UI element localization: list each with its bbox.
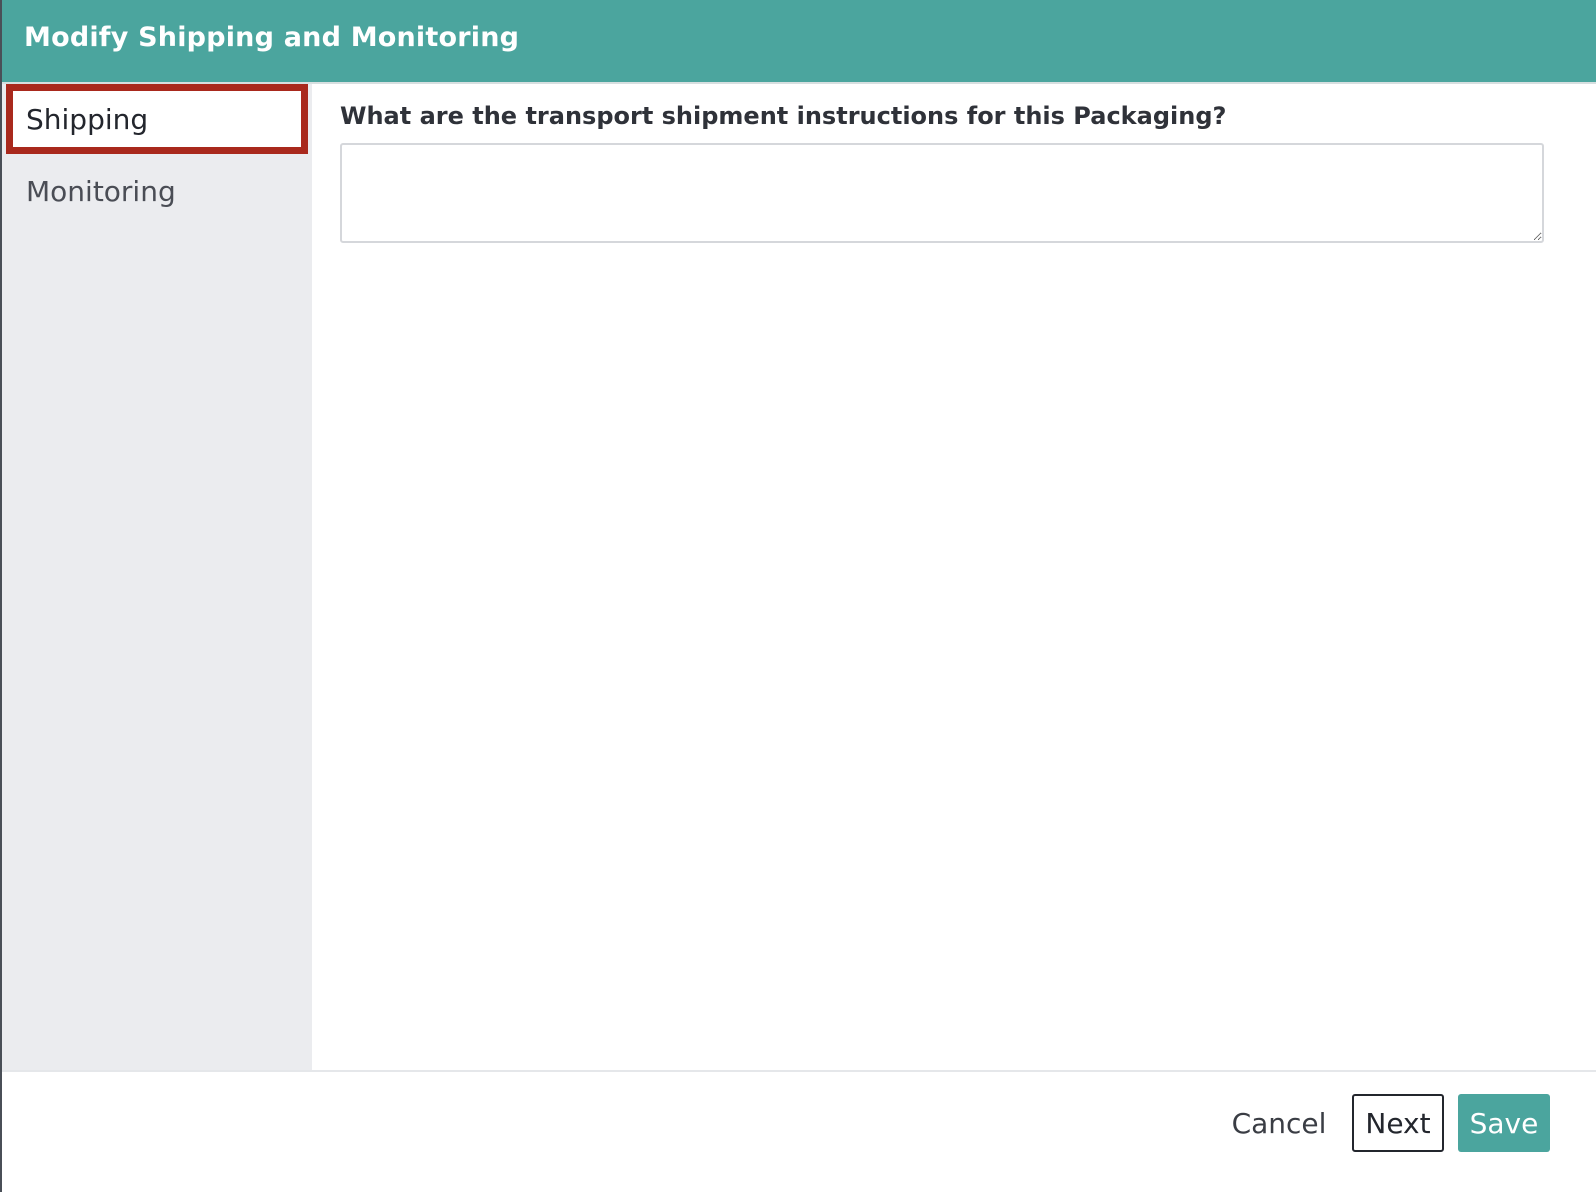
dialog-header: Modify Shipping and Monitoring xyxy=(2,0,1596,84)
dialog-footer: Cancel Next Save xyxy=(2,1070,1596,1192)
save-button[interactable]: Save xyxy=(1458,1094,1550,1152)
modify-shipping-dialog: Modify Shipping and Monitoring Shipping … xyxy=(0,0,1596,1192)
sidebar-item-label: Shipping xyxy=(26,102,149,136)
cancel-button[interactable]: Cancel xyxy=(1224,1094,1334,1152)
next-button[interactable]: Next xyxy=(1352,1094,1444,1152)
sidebar-nav: Shipping Monitoring xyxy=(2,84,312,1070)
dialog-title: Modify Shipping and Monitoring xyxy=(24,22,520,53)
main-content: What are the transport shipment instruct… xyxy=(312,84,1596,1070)
shipment-instructions-textarea[interactable] xyxy=(340,143,1544,243)
sidebar-item-label: Monitoring xyxy=(26,174,176,208)
sidebar-item-shipping[interactable]: Shipping xyxy=(6,84,308,154)
question-label: What are the transport shipment instruct… xyxy=(340,102,1227,130)
sidebar-item-monitoring[interactable]: Monitoring xyxy=(6,156,308,226)
